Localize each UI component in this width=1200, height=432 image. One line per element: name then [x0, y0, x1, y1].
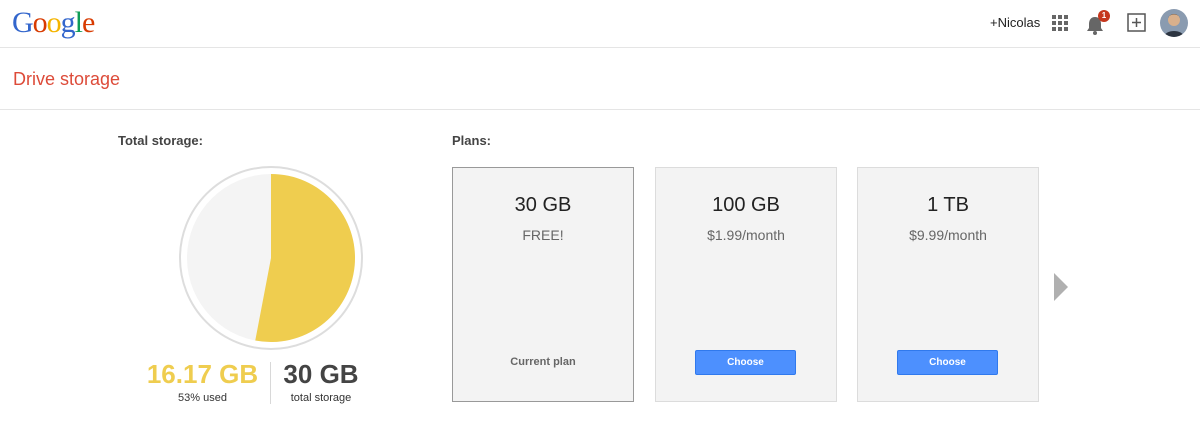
notifications-button[interactable]: 1 [1086, 10, 1110, 36]
choose-plan-button[interactable]: Choose [695, 350, 796, 375]
logo-letter: g [60, 6, 76, 39]
storage-pie-chart [179, 166, 363, 350]
logo-letter: l [74, 6, 83, 39]
total-storage-value: 30 GB [283, 359, 359, 389]
notification-badge: 1 [1098, 10, 1110, 22]
add-box-icon[interactable] [1127, 13, 1146, 32]
logo-letter: o [46, 6, 62, 39]
total-storage-caption: total storage [290, 392, 352, 404]
logo-letter: e [82, 6, 95, 39]
current-plan-label: Current plan [510, 356, 576, 368]
top-bar: Google +Nicolas 1 [0, 0, 1200, 48]
plan-size: 100 GB [712, 194, 780, 216]
total-storage-stat: 30 GB total storage [276, 359, 366, 404]
plan-size: 30 GB [514, 194, 572, 216]
plan-card-1tb[interactable]: 1 TB $9.99/month Choose [857, 167, 1039, 402]
plan-price: $1.99/month [707, 227, 785, 243]
avatar-icon[interactable] [1160, 9, 1188, 37]
stat-divider [270, 362, 271, 404]
page-header: Drive storage [0, 48, 1200, 110]
plan-price: $9.99/month [909, 227, 987, 243]
total-storage-label: Total storage: [118, 133, 203, 148]
user-profile-link[interactable]: +Nicolas [990, 15, 1040, 30]
used-storage-caption: 53% used [178, 392, 227, 404]
google-logo[interactable]: Google [12, 6, 95, 40]
used-storage-stat: 16.17 GB 53% used [140, 359, 265, 404]
choose-plan-button[interactable]: Choose [897, 350, 998, 375]
plan-size: 1 TB [927, 194, 969, 216]
chevron-right-icon[interactable] [1054, 273, 1068, 301]
plans-label: Plans: [452, 133, 492, 148]
logo-letter: G [12, 6, 34, 39]
plan-card-30gb[interactable]: 30 GB FREE! Current plan [452, 167, 634, 402]
logo-letter: o [32, 6, 48, 39]
plan-card-100gb[interactable]: 100 GB $1.99/month Choose [655, 167, 837, 402]
apps-grid-icon[interactable] [1052, 15, 1068, 31]
page-title: Drive storage [13, 69, 121, 89]
plan-price: FREE! [522, 227, 564, 243]
used-storage-value: 16.17 GB [146, 359, 259, 389]
